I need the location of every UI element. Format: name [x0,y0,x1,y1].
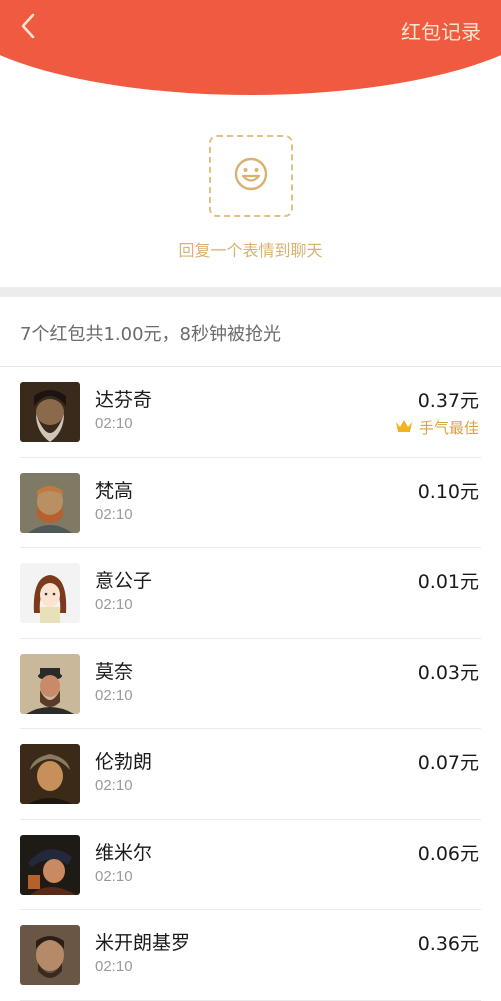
avatar [20,834,80,895]
record-amount: 0.07元 [417,752,479,774]
record-time: 02:10 [95,596,133,613]
chevron-left-icon [20,13,36,43]
record-amount: 0.06元 [417,842,479,865]
avatar [20,925,80,985]
list-item[interactable]: 梵高 02:10 0.10元 [0,458,501,549]
list-item[interactable]: 意公子 02:10 0.01元 [0,548,501,639]
record-name: 莫奈 [95,660,134,683]
list-item[interactable]: 伦勃朗 02:10 0.07元 [0,729,501,820]
record-list: 达芬奇 02:10 0.37元 手气最佳 梵高 02:10 0.10元 意公子 … [0,367,501,1001]
record-name: 达芬奇 [95,389,153,411]
record-amount: 0.01元 [417,571,479,593]
reply-emoji-button[interactable] [209,135,293,217]
record-time: 02:10 [95,777,133,794]
avatar [20,472,80,533]
list-item[interactable]: 米开朗基罗 02:10 0.36元 [0,910,501,1001]
avatar [20,382,80,442]
record-time: 02:10 [95,686,133,704]
record-amount: 0.36元 [417,933,479,955]
header-background [0,0,501,95]
best-luck-label: 手气最佳 [418,419,479,437]
record-name: 维米尔 [95,841,153,864]
record-time: 02:10 [95,415,133,432]
record-name: 伦勃朗 [95,751,153,773]
best-luck-badge: 手气最佳 [395,417,479,438]
record-name: 意公子 [95,570,153,592]
record-name: 米开朗基罗 [95,932,191,954]
list-item[interactable]: 达芬奇 02:10 0.37元 手气最佳 [0,367,501,458]
header: 红包记录 [0,0,501,110]
list-item[interactable]: 莫奈 02:10 0.03元 [0,639,501,730]
smiley-icon [233,156,269,196]
section-divider [0,287,501,297]
record-amount: 0.10元 [417,480,479,503]
avatar [20,563,80,623]
back-button[interactable] [14,13,42,43]
red-packet-record-link[interactable]: 红包记录 [401,16,481,45]
record-amount: 0.03元 [417,661,479,684]
record-name: 梵高 [95,479,134,502]
list-item[interactable]: 维米尔 02:10 0.06元 [0,820,501,911]
record-amount: 0.37元 [417,390,479,412]
crown-icon [395,419,413,437]
avatar [20,744,80,804]
record-time: 02:10 [95,958,133,975]
packet-summary: 7个红包共1.00元，8秒钟被抢光 [20,324,281,345]
avatar [20,653,80,714]
record-time: 02:10 [95,505,133,523]
record-time: 02:10 [95,867,133,885]
reply-text[interactable]: 回复一个表情到聊天 [0,237,501,261]
